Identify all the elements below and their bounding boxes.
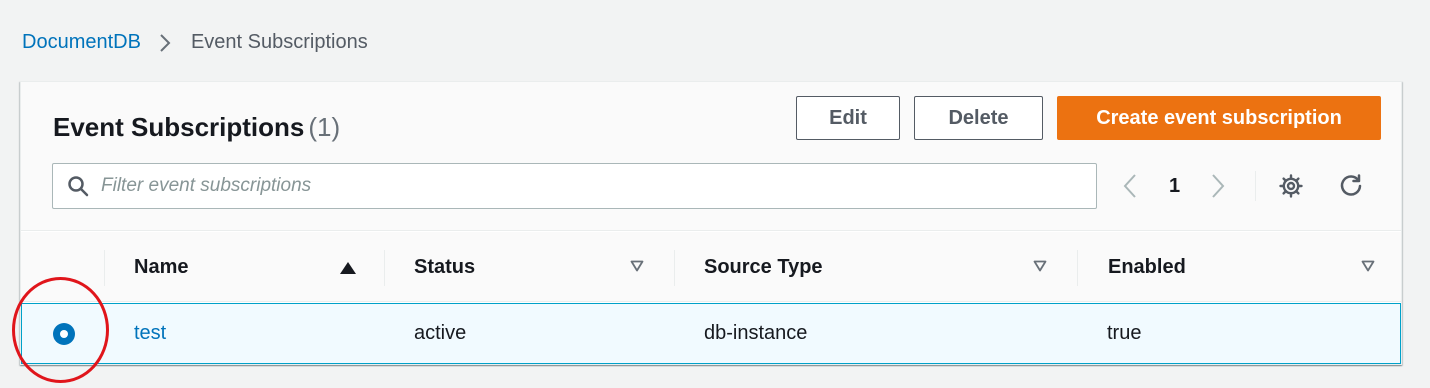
panel-header: Event Subscriptions (1) Edit Delete Creat… xyxy=(21,82,1401,231)
create-event-subscription-button[interactable]: Create event subscription xyxy=(1057,96,1381,140)
settings-button[interactable] xyxy=(1276,171,1306,201)
breadcrumb: DocumentDB Event Subscriptions xyxy=(22,31,368,54)
subscription-name-link[interactable]: test xyxy=(134,304,166,363)
sort-icon[interactable] xyxy=(1033,260,1047,272)
column-divider xyxy=(384,250,385,286)
chevron-right-icon xyxy=(159,33,171,53)
current-page-number[interactable]: 1 xyxy=(1169,170,1180,202)
column-header-enabled[interactable]: Enabled xyxy=(1108,232,1186,302)
cell-source-type: db-instance xyxy=(704,322,808,344)
page-title-text: Event Subscriptions xyxy=(53,112,305,142)
refresh-icon xyxy=(1338,173,1364,199)
next-page-button[interactable] xyxy=(1211,170,1225,202)
filter-field[interactable] xyxy=(52,163,1097,209)
breadcrumb-documentdb-link[interactable]: DocumentDB xyxy=(22,31,141,54)
table-header: Name Status Source Type Enabled xyxy=(21,232,1401,302)
column-header-status[interactable]: Status xyxy=(414,232,475,302)
sort-icon[interactable] xyxy=(630,260,644,272)
page-title: Event Subscriptions (1) xyxy=(53,112,340,143)
column-divider xyxy=(104,250,105,286)
settings-icon xyxy=(1278,173,1304,199)
sort-ascending-icon[interactable] xyxy=(340,262,356,274)
pager-divider xyxy=(1255,171,1256,201)
filter-input[interactable] xyxy=(101,175,1061,197)
previous-page-button[interactable] xyxy=(1123,170,1137,202)
column-header-source-type[interactable]: Source Type xyxy=(704,232,823,302)
sort-icon[interactable] xyxy=(1361,260,1375,272)
column-divider xyxy=(674,250,675,286)
cell-status: active xyxy=(414,322,467,344)
table-row[interactable]: test active db-instance true xyxy=(21,303,1401,364)
edit-button[interactable]: Edit xyxy=(796,96,900,140)
search-icon xyxy=(67,175,89,197)
event-subscriptions-panel: Event Subscriptions (1) Edit Delete Creat… xyxy=(20,81,1402,365)
row-select-radio[interactable] xyxy=(53,323,75,345)
column-divider xyxy=(1077,250,1078,286)
cell-enabled: true xyxy=(1107,322,1142,344)
chevron-right-icon xyxy=(1211,173,1225,199)
radio-dot xyxy=(60,330,68,338)
chevron-left-icon xyxy=(1123,173,1137,199)
delete-button[interactable]: Delete xyxy=(914,96,1043,140)
refresh-button[interactable] xyxy=(1336,171,1366,201)
column-header-name[interactable]: Name xyxy=(134,232,188,302)
breadcrumb-current: Event Subscriptions xyxy=(190,31,368,53)
item-count: (1) xyxy=(308,112,341,142)
